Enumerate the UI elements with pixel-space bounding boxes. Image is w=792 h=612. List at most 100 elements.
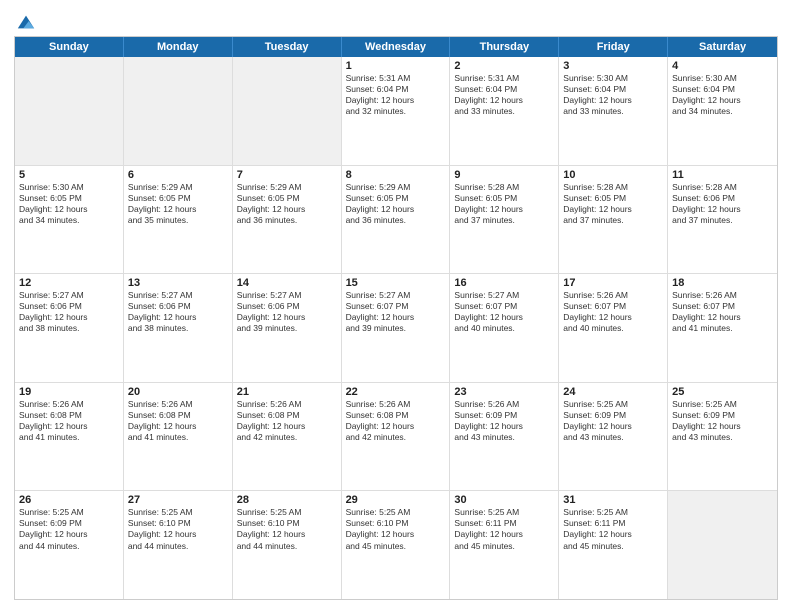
cell-info: Sunrise: 5:30 AM Sunset: 6:04 PM Dayligh…	[563, 73, 663, 117]
day-cell-8: 8Sunrise: 5:29 AM Sunset: 6:05 PM Daylig…	[342, 166, 451, 274]
header-day-thursday: Thursday	[450, 37, 559, 57]
cell-info: Sunrise: 5:25 AM Sunset: 6:09 PM Dayligh…	[672, 399, 773, 443]
day-number: 26	[19, 494, 119, 506]
cell-info: Sunrise: 5:26 AM Sunset: 6:08 PM Dayligh…	[237, 399, 337, 443]
day-number: 18	[672, 277, 773, 289]
cell-info: Sunrise: 5:27 AM Sunset: 6:06 PM Dayligh…	[128, 290, 228, 334]
cell-info: Sunrise: 5:25 AM Sunset: 6:09 PM Dayligh…	[19, 507, 119, 551]
day-number: 31	[563, 494, 663, 506]
day-number: 22	[346, 386, 446, 398]
cell-info: Sunrise: 5:27 AM Sunset: 6:07 PM Dayligh…	[346, 290, 446, 334]
cell-info: Sunrise: 5:30 AM Sunset: 6:04 PM Dayligh…	[672, 73, 773, 117]
day-cell-17: 17Sunrise: 5:26 AM Sunset: 6:07 PM Dayli…	[559, 274, 668, 382]
cell-info: Sunrise: 5:31 AM Sunset: 6:04 PM Dayligh…	[454, 73, 554, 117]
cell-info: Sunrise: 5:29 AM Sunset: 6:05 PM Dayligh…	[128, 182, 228, 226]
cell-info: Sunrise: 5:25 AM Sunset: 6:11 PM Dayligh…	[454, 507, 554, 551]
day-number: 10	[563, 169, 663, 181]
header-day-tuesday: Tuesday	[233, 37, 342, 57]
day-number: 1	[346, 60, 446, 72]
cell-info: Sunrise: 5:29 AM Sunset: 6:05 PM Dayligh…	[237, 182, 337, 226]
day-cell-28: 28Sunrise: 5:25 AM Sunset: 6:10 PM Dayli…	[233, 491, 342, 599]
day-number: 23	[454, 386, 554, 398]
day-cell-31: 31Sunrise: 5:25 AM Sunset: 6:11 PM Dayli…	[559, 491, 668, 599]
day-cell-20: 20Sunrise: 5:26 AM Sunset: 6:08 PM Dayli…	[124, 383, 233, 491]
day-cell-22: 22Sunrise: 5:26 AM Sunset: 6:08 PM Dayli…	[342, 383, 451, 491]
header-day-wednesday: Wednesday	[342, 37, 451, 57]
week-row-4: 26Sunrise: 5:25 AM Sunset: 6:09 PM Dayli…	[15, 491, 777, 599]
day-cell-11: 11Sunrise: 5:28 AM Sunset: 6:06 PM Dayli…	[668, 166, 777, 274]
cell-info: Sunrise: 5:28 AM Sunset: 6:05 PM Dayligh…	[563, 182, 663, 226]
day-number: 8	[346, 169, 446, 181]
day-cell-10: 10Sunrise: 5:28 AM Sunset: 6:05 PM Dayli…	[559, 166, 668, 274]
day-number: 3	[563, 60, 663, 72]
cell-info: Sunrise: 5:25 AM Sunset: 6:09 PM Dayligh…	[563, 399, 663, 443]
day-number: 2	[454, 60, 554, 72]
week-row-3: 19Sunrise: 5:26 AM Sunset: 6:08 PM Dayli…	[15, 383, 777, 492]
day-number: 12	[19, 277, 119, 289]
day-cell-7: 7Sunrise: 5:29 AM Sunset: 6:05 PM Daylig…	[233, 166, 342, 274]
cell-info: Sunrise: 5:25 AM Sunset: 6:10 PM Dayligh…	[346, 507, 446, 551]
day-cell-12: 12Sunrise: 5:27 AM Sunset: 6:06 PM Dayli…	[15, 274, 124, 382]
cell-info: Sunrise: 5:31 AM Sunset: 6:04 PM Dayligh…	[346, 73, 446, 117]
day-cell-2: 2Sunrise: 5:31 AM Sunset: 6:04 PM Daylig…	[450, 57, 559, 165]
day-number: 5	[19, 169, 119, 181]
day-number: 28	[237, 494, 337, 506]
logo	[14, 12, 36, 28]
calendar-header: SundayMondayTuesdayWednesdayThursdayFrid…	[15, 37, 777, 57]
header-day-friday: Friday	[559, 37, 668, 57]
day-number: 21	[237, 386, 337, 398]
calendar-body: 1Sunrise: 5:31 AM Sunset: 6:04 PM Daylig…	[15, 57, 777, 599]
day-number: 25	[672, 386, 773, 398]
day-cell-4: 4Sunrise: 5:30 AM Sunset: 6:04 PM Daylig…	[668, 57, 777, 165]
day-number: 16	[454, 277, 554, 289]
day-cell-27: 27Sunrise: 5:25 AM Sunset: 6:10 PM Dayli…	[124, 491, 233, 599]
cell-info: Sunrise: 5:25 AM Sunset: 6:10 PM Dayligh…	[237, 507, 337, 551]
cell-info: Sunrise: 5:26 AM Sunset: 6:08 PM Dayligh…	[346, 399, 446, 443]
day-cell-1: 1Sunrise: 5:31 AM Sunset: 6:04 PM Daylig…	[342, 57, 451, 165]
week-row-2: 12Sunrise: 5:27 AM Sunset: 6:06 PM Dayli…	[15, 274, 777, 383]
day-cell-23: 23Sunrise: 5:26 AM Sunset: 6:09 PM Dayli…	[450, 383, 559, 491]
calendar: SundayMondayTuesdayWednesdayThursdayFrid…	[14, 36, 778, 600]
day-number: 27	[128, 494, 228, 506]
cell-info: Sunrise: 5:25 AM Sunset: 6:11 PM Dayligh…	[563, 507, 663, 551]
day-number: 19	[19, 386, 119, 398]
day-number: 24	[563, 386, 663, 398]
cell-info: Sunrise: 5:27 AM Sunset: 6:07 PM Dayligh…	[454, 290, 554, 334]
empty-cell	[15, 57, 124, 165]
day-number: 17	[563, 277, 663, 289]
header	[14, 12, 778, 28]
cell-info: Sunrise: 5:27 AM Sunset: 6:06 PM Dayligh…	[19, 290, 119, 334]
cell-info: Sunrise: 5:26 AM Sunset: 6:09 PM Dayligh…	[454, 399, 554, 443]
day-cell-16: 16Sunrise: 5:27 AM Sunset: 6:07 PM Dayli…	[450, 274, 559, 382]
empty-cell	[668, 491, 777, 599]
cell-info: Sunrise: 5:26 AM Sunset: 6:08 PM Dayligh…	[128, 399, 228, 443]
week-row-1: 5Sunrise: 5:30 AM Sunset: 6:05 PM Daylig…	[15, 166, 777, 275]
day-cell-26: 26Sunrise: 5:25 AM Sunset: 6:09 PM Dayli…	[15, 491, 124, 599]
day-cell-5: 5Sunrise: 5:30 AM Sunset: 6:05 PM Daylig…	[15, 166, 124, 274]
day-cell-29: 29Sunrise: 5:25 AM Sunset: 6:10 PM Dayli…	[342, 491, 451, 599]
day-cell-6: 6Sunrise: 5:29 AM Sunset: 6:05 PM Daylig…	[124, 166, 233, 274]
cell-info: Sunrise: 5:28 AM Sunset: 6:05 PM Dayligh…	[454, 182, 554, 226]
day-number: 9	[454, 169, 554, 181]
day-cell-25: 25Sunrise: 5:25 AM Sunset: 6:09 PM Dayli…	[668, 383, 777, 491]
cell-info: Sunrise: 5:25 AM Sunset: 6:10 PM Dayligh…	[128, 507, 228, 551]
day-cell-18: 18Sunrise: 5:26 AM Sunset: 6:07 PM Dayli…	[668, 274, 777, 382]
cell-info: Sunrise: 5:27 AM Sunset: 6:06 PM Dayligh…	[237, 290, 337, 334]
day-number: 15	[346, 277, 446, 289]
day-number: 20	[128, 386, 228, 398]
day-number: 4	[672, 60, 773, 72]
cell-info: Sunrise: 5:30 AM Sunset: 6:05 PM Dayligh…	[19, 182, 119, 226]
cell-info: Sunrise: 5:26 AM Sunset: 6:07 PM Dayligh…	[563, 290, 663, 334]
day-number: 11	[672, 169, 773, 181]
cell-info: Sunrise: 5:29 AM Sunset: 6:05 PM Dayligh…	[346, 182, 446, 226]
day-cell-14: 14Sunrise: 5:27 AM Sunset: 6:06 PM Dayli…	[233, 274, 342, 382]
day-number: 7	[237, 169, 337, 181]
header-day-saturday: Saturday	[668, 37, 777, 57]
day-number: 14	[237, 277, 337, 289]
cell-info: Sunrise: 5:26 AM Sunset: 6:08 PM Dayligh…	[19, 399, 119, 443]
day-number: 30	[454, 494, 554, 506]
day-cell-19: 19Sunrise: 5:26 AM Sunset: 6:08 PM Dayli…	[15, 383, 124, 491]
page: SundayMondayTuesdayWednesdayThursdayFrid…	[0, 0, 792, 612]
cell-info: Sunrise: 5:28 AM Sunset: 6:06 PM Dayligh…	[672, 182, 773, 226]
week-row-0: 1Sunrise: 5:31 AM Sunset: 6:04 PM Daylig…	[15, 57, 777, 166]
